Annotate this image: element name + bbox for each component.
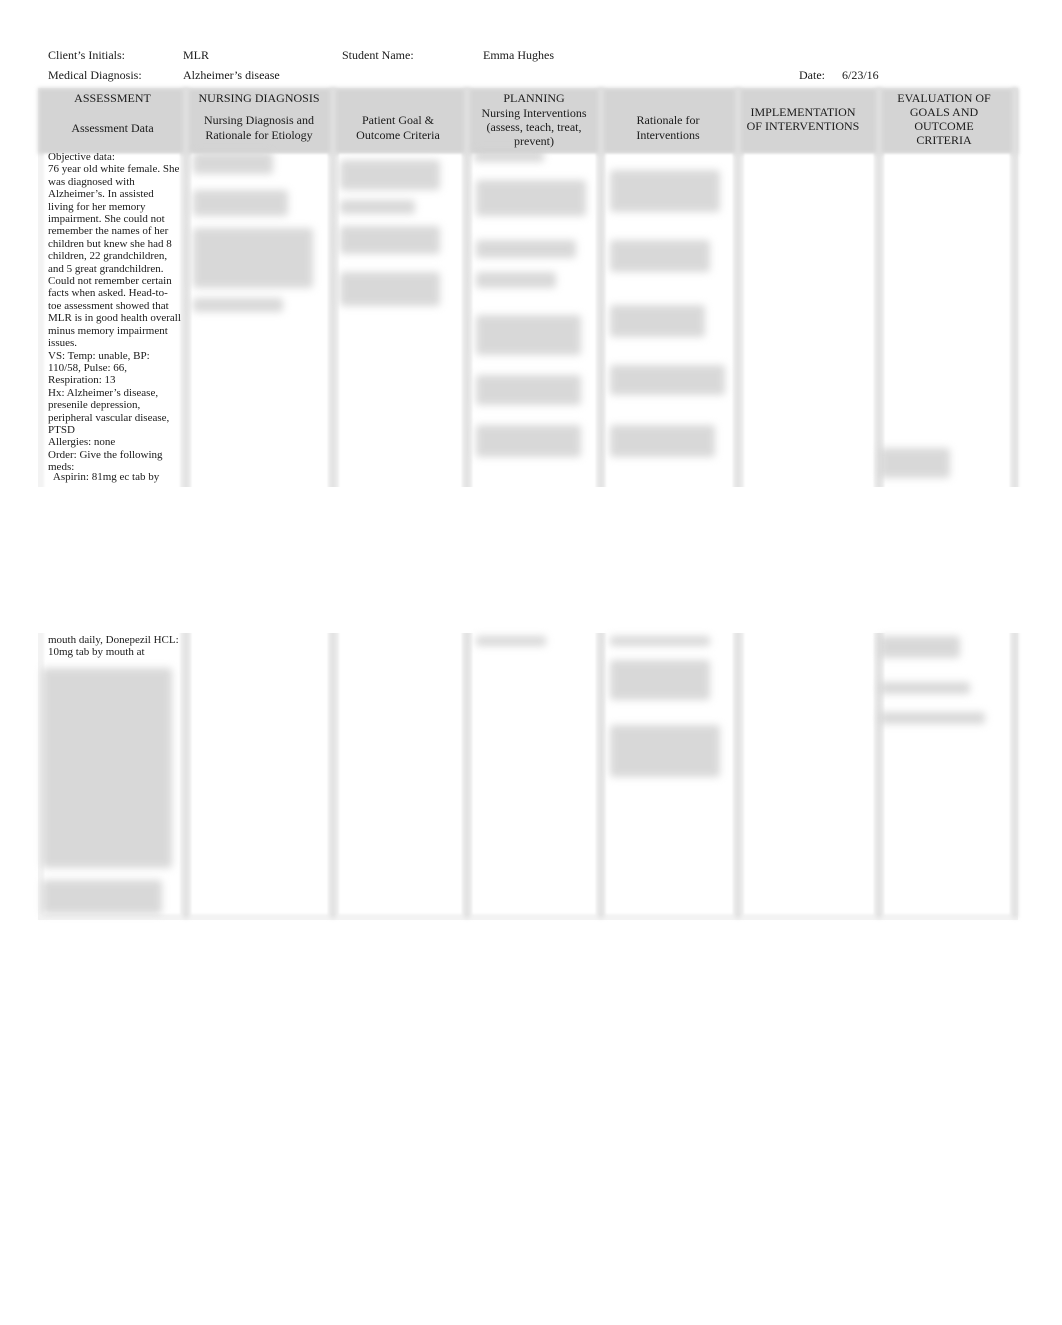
obscured-text [610,660,710,700]
medical-diagnosis-value: Alzheimer’s disease [183,68,280,82]
obscured-text [42,880,162,914]
obscured-text [880,682,970,694]
obscured-text [476,425,581,457]
obscured-text [610,305,705,337]
medical-diagnosis-label: Medical Diagnosis: [48,68,142,82]
page-gap [0,487,1062,633]
obscured-text [193,228,313,288]
client-initials-label: Client’s Initials: [48,48,125,62]
obscured-text [42,668,172,868]
obscured-text [880,636,960,658]
column-header-rationale: Rationale for Interventions [636,113,700,142]
obscured-text [610,365,725,395]
student-name-value: Emma Hughes [483,48,554,62]
obscured-text [610,425,715,457]
obscured-text [340,272,440,306]
obscured-text [193,298,283,312]
obscured-text [193,190,288,216]
obscured-text [340,200,415,214]
obscured-text [880,448,950,478]
column-header-patient-goal: Patient Goal & Outcome Criteria [356,113,440,142]
obscured-text [476,636,546,646]
obscured-text [610,170,720,212]
obscured-text [610,636,710,646]
assessment-data-text: Objective data: 76 year old white female… [48,151,181,474]
client-initials-value: MLR [183,48,210,62]
obscured-text [476,315,581,355]
obscured-text [340,226,440,254]
group-header-evaluation: EVALUATION OF GOALS AND OUTCOME CRITERIA [897,91,991,147]
assessment-data-aspirin: Aspirin: 81mg ec tab by [48,471,160,483]
date-label: Date: [799,68,825,82]
obscured-text [610,725,720,777]
obscured-text [193,152,273,174]
obscured-text [476,180,586,216]
student-name-label: Student Name: [342,48,414,62]
obscured-text [476,375,581,405]
obscured-text [474,150,544,162]
obscured-text [476,240,576,258]
obscured-text [340,160,440,190]
group-header-nursing-diagnosis: NURSING DIAGNOSIS [198,91,320,105]
assessment-data-continued: mouth daily, Donepezil HCL: 10mg tab by … [48,634,179,659]
obscured-text [610,240,710,272]
column-header-nursing-interventions: Nursing Interventions (assess, teach, tr… [481,106,587,148]
group-header-assessment: ASSESSMENT [74,91,151,105]
group-header-planning: PLANNING [503,91,565,105]
column-header-nursing-diagnosis: Nursing Diagnosis and Rationale for Etio… [204,113,314,142]
date-value: 6/23/16 [842,68,879,82]
group-header-implementation: IMPLEMENTATION OF INTERVENTIONS [746,105,860,133]
column-header-assessment-data: Assessment Data [71,121,154,135]
obscured-text [476,272,556,288]
obscured-text [880,712,985,724]
